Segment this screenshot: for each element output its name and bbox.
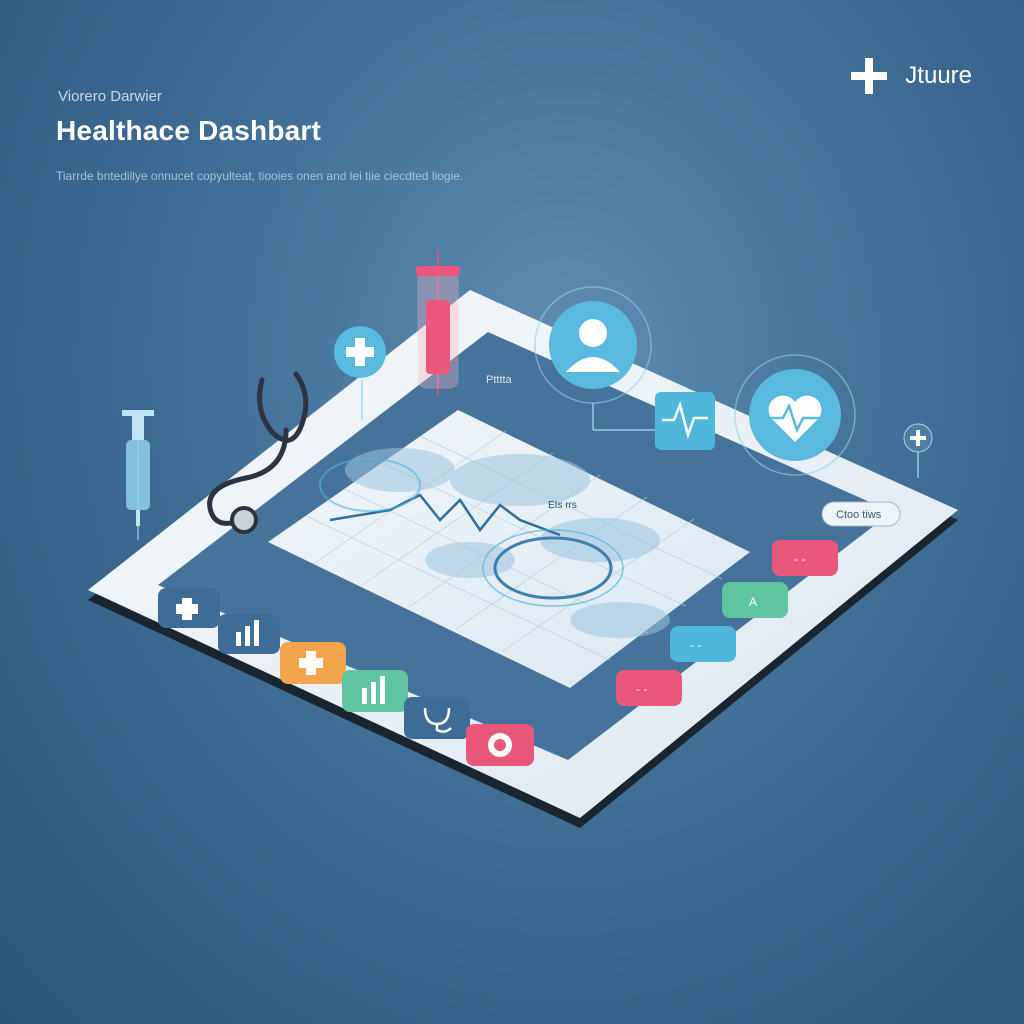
- view-toggle-label: Ctoo tiws: [836, 509, 882, 521]
- tile-right-green[interactable]: A: [722, 582, 788, 618]
- view-toggle-pill[interactable]: Ctoo tiws: [821, 501, 901, 527]
- screen-header-label: Ptttta: [486, 374, 513, 386]
- tile-right-blue[interactable]: - -: [670, 626, 736, 662]
- tile-right-pink-2[interactable]: - -: [616, 670, 682, 706]
- dashboard-illustration: Ets rrs Ptttta Ctoo tiws - - A - - - -: [88, 250, 958, 828]
- map-label: Ets rrs: [548, 500, 577, 511]
- tile-chart-blue[interactable]: [218, 614, 280, 654]
- tile-stethoscope-blue[interactable]: [404, 697, 470, 739]
- svg-text:- -: - -: [794, 552, 805, 566]
- tile-heart-pink[interactable]: [466, 724, 534, 766]
- ecg-icon: [655, 392, 715, 450]
- tile-chart-green[interactable]: [342, 670, 408, 712]
- test-tube-icon: [416, 250, 460, 395]
- tile-plus-orange[interactable]: [280, 642, 346, 684]
- tile-right-green-label: A: [749, 595, 757, 609]
- syringe-icon: [122, 410, 154, 540]
- tile-plus-blue[interactable]: [158, 588, 220, 628]
- svg-text:- -: - -: [690, 638, 701, 652]
- heart-icon: [734, 354, 856, 476]
- plus-icon: [903, 423, 933, 478]
- svg-text:- -: - -: [636, 682, 647, 696]
- tile-right-pink-1[interactable]: - -: [772, 540, 838, 576]
